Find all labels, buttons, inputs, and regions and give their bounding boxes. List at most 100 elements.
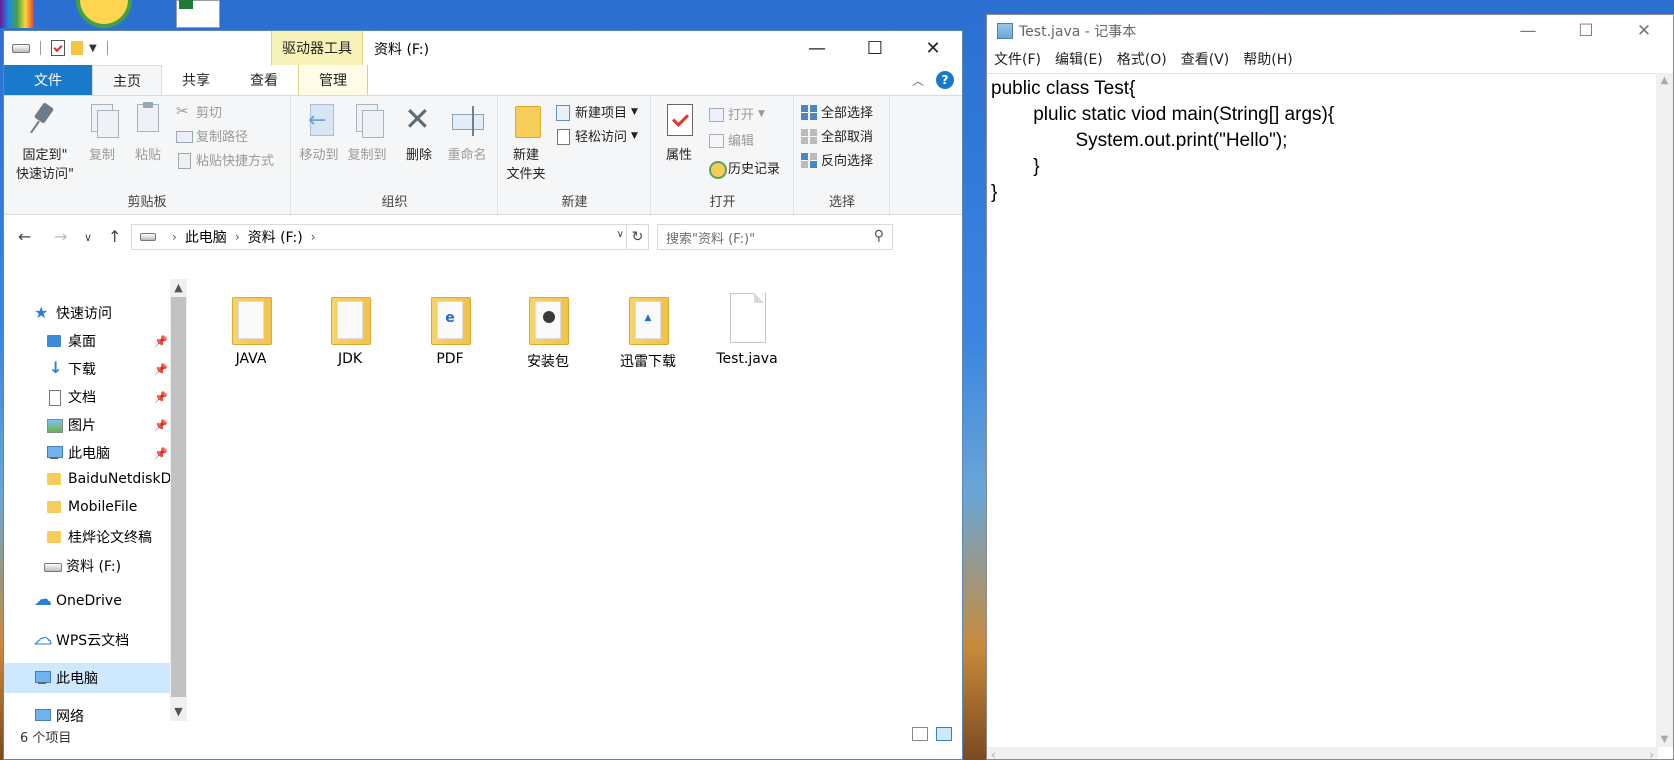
pin-to-quick-access-button[interactable]: 固定到" 快速访问" xyxy=(10,102,80,182)
invert-selection-button[interactable]: 反向选择 xyxy=(801,150,873,169)
tab-home[interactable]: 主页 xyxy=(92,65,162,95)
file-item-test-java[interactable]: Test.java xyxy=(701,293,793,367)
tab-manage[interactable]: 管理 xyxy=(298,65,368,95)
file-item-xunlei[interactable]: ▲ 迅雷下载 xyxy=(602,293,694,371)
winrar-desktop-icon[interactable] xyxy=(0,0,34,28)
nav-pane-scrollbar[interactable]: ▲ ▼ xyxy=(170,279,187,721)
history-button[interactable]: 历史记录 xyxy=(708,158,780,179)
breadcrumb-separator[interactable]: › xyxy=(235,230,240,244)
new-folder-icon[interactable] xyxy=(71,41,83,55)
minimize-button[interactable]: — xyxy=(788,31,846,65)
nav-documents[interactable]: 文档 xyxy=(46,387,96,407)
notepad-content[interactable]: public class Test{ plulic static viod ma… xyxy=(987,74,1657,208)
details-view-icon[interactable] xyxy=(912,727,928,741)
customize-toolbar-dropdown-icon[interactable]: ▼ xyxy=(89,43,97,54)
nav-desktop[interactable]: 桌面 xyxy=(46,331,96,351)
close-button[interactable]: ✕ xyxy=(904,31,962,65)
copy-button[interactable]: 复制 xyxy=(80,102,124,163)
large-icons-view-icon[interactable] xyxy=(936,727,952,741)
menu-view[interactable]: 查看(V) xyxy=(1174,49,1237,71)
move-to-button[interactable]: 移动到 xyxy=(296,102,342,163)
nav-pictures[interactable]: 图片 xyxy=(46,415,96,435)
select-none-button[interactable]: 全部取消 xyxy=(801,126,873,145)
scroll-up-icon[interactable]: ▲ xyxy=(170,281,187,297)
nav-mobilefile-folder[interactable]: MobileFile xyxy=(46,499,137,515)
breadcrumb-separator[interactable]: › xyxy=(311,230,316,244)
address-history-chevron-icon[interactable]: ∨ xyxy=(617,229,624,240)
help-icon[interactable]: ? xyxy=(936,71,954,89)
nav-thesis-folder[interactable]: 桂烨论文终稿 xyxy=(46,527,152,547)
nav-drive-f[interactable]: 资料 (F:) xyxy=(44,556,121,576)
maximize-button[interactable]: ☐ xyxy=(1557,15,1615,47)
nav-baidu-folder[interactable]: BaiduNetdiskDownload xyxy=(46,471,170,487)
tab-file[interactable]: 文件 xyxy=(4,65,92,95)
up-arrow-icon[interactable]: ↑ xyxy=(108,227,121,246)
notepad-text-area[interactable]: public class Test{ plulic static viod ma… xyxy=(987,73,1657,747)
file-item-jdk[interactable]: JDK xyxy=(304,293,396,367)
maximize-button[interactable]: ☐ xyxy=(846,31,904,65)
scroll-right-icon[interactable]: › xyxy=(1649,748,1654,759)
new-item-icon xyxy=(555,104,571,121)
scroll-down-icon[interactable]: ▼ xyxy=(1656,734,1673,745)
breadcrumb-separator[interactable]: › xyxy=(172,230,177,244)
menu-file[interactable]: 文件(F) xyxy=(987,49,1048,71)
pin-icon[interactable]: 📌 xyxy=(154,363,168,376)
scroll-left-icon[interactable]: ‹ xyxy=(991,748,996,759)
properties-button[interactable]: 属性 xyxy=(656,102,702,163)
file-item-java[interactable]: JAVA xyxy=(205,293,297,367)
rename-button[interactable]: 重命名 xyxy=(442,102,492,163)
pin-label-line2: 快速访问" xyxy=(16,167,74,182)
scroll-down-icon[interactable]: ▼ xyxy=(170,705,187,721)
pin-icon[interactable]: 📌 xyxy=(154,391,168,404)
baidu-netdisk-desktop-icon[interactable] xyxy=(76,0,132,28)
menu-help[interactable]: 帮助(H) xyxy=(1236,49,1299,71)
refresh-icon[interactable]: ↻ xyxy=(626,225,648,249)
nav-quick-access[interactable]: 快速访问 xyxy=(34,303,112,323)
notepad-horizontal-scrollbar[interactable]: ‹ › xyxy=(987,747,1658,759)
nav-wps-cloud[interactable]: WPS云文档 xyxy=(34,630,129,650)
notepad-vertical-scrollbar[interactable]: ▲ ▼ xyxy=(1656,73,1673,747)
new-item-button[interactable]: 新建项目 ▼ xyxy=(555,102,638,121)
nav-downloads[interactable]: 下载 xyxy=(46,359,96,379)
file-item-pdf[interactable]: e PDF xyxy=(404,293,496,367)
nav-network[interactable]: 网络 xyxy=(34,706,84,726)
easy-access-button[interactable]: 轻松访问 ▼ xyxy=(555,126,638,145)
minimize-button[interactable]: — xyxy=(1499,15,1557,47)
scroll-up-icon[interactable]: ▲ xyxy=(1656,75,1673,86)
delete-button[interactable]: 删除 xyxy=(398,100,440,163)
nav-onedrive[interactable]: OneDrive xyxy=(34,593,122,609)
close-button[interactable]: ✕ xyxy=(1615,15,1673,47)
open-button[interactable]: 打开 ▼ xyxy=(708,104,765,123)
spreadsheet-desktop-icon[interactable] xyxy=(176,0,220,28)
copy-path-button[interactable]: 复制路径 xyxy=(176,126,248,145)
nav-this-pc[interactable]: 此电脑 xyxy=(4,663,170,693)
tab-view[interactable]: 查看 xyxy=(230,65,298,95)
back-arrow-icon[interactable]: ← xyxy=(18,227,31,246)
new-folder-button[interactable]: 新建 文件夹 xyxy=(501,102,551,182)
select-all-button[interactable]: 全部选择 xyxy=(801,102,873,121)
cut-button[interactable]: 剪切 xyxy=(176,102,222,122)
nav-network-label: 网络 xyxy=(56,709,84,725)
menu-format[interactable]: 格式(O) xyxy=(1110,49,1174,71)
search-icon[interactable]: ⚲ xyxy=(874,228,884,244)
pin-icon[interactable]: 📌 xyxy=(154,419,168,432)
paste-shortcut-button[interactable]: 粘贴快捷方式 xyxy=(176,150,274,169)
recent-locations-chevron-icon[interactable]: ∨ xyxy=(84,231,92,244)
breadcrumb-this-pc[interactable]: 此电脑 xyxy=(185,227,227,247)
paste-button[interactable]: 粘贴 xyxy=(126,102,170,163)
edit-button[interactable]: 编辑 xyxy=(708,130,754,149)
collapse-ribbon-icon[interactable]: ︿ xyxy=(912,72,924,89)
pin-icon[interactable]: 📌 xyxy=(154,447,168,460)
search-box[interactable]: 搜索"资料 (F:)" ⚲ xyxy=(657,224,893,250)
pin-icon[interactable]: 📌 xyxy=(154,335,168,348)
breadcrumb-drive-f[interactable]: 资料 (F:) xyxy=(248,227,303,247)
nav-this-pc-pinned[interactable]: 此电脑 xyxy=(46,443,110,463)
menu-edit[interactable]: 编辑(E) xyxy=(1048,49,1110,71)
scrollbar-thumb[interactable] xyxy=(171,297,186,697)
file-item-installers[interactable]: 安装包 xyxy=(502,293,594,371)
tab-share[interactable]: 共享 xyxy=(162,65,230,95)
properties-icon[interactable] xyxy=(51,40,65,56)
copy-to-button[interactable]: 复制到 xyxy=(344,102,390,163)
forward-arrow-icon[interactable]: → xyxy=(54,227,67,246)
address-bar[interactable]: › 此电脑 › 资料 (F:) › ∨ ↻ xyxy=(131,224,649,250)
